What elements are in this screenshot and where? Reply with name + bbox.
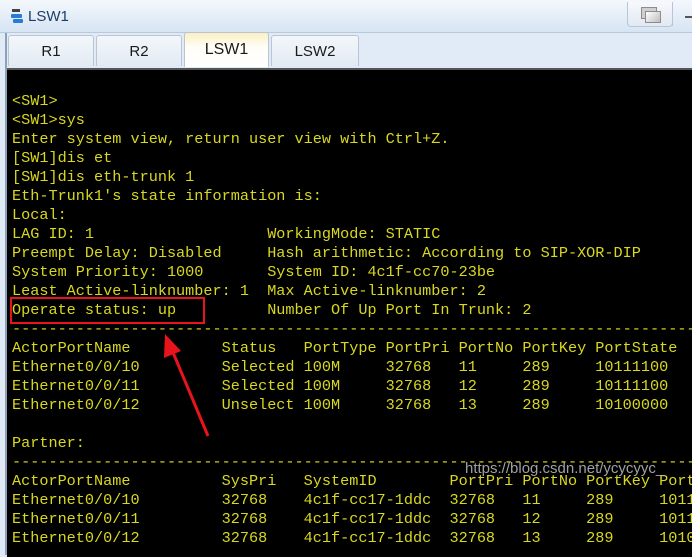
terminal-console[interactable]: <SW1> <SW1>sys Enter system view, return… xyxy=(7,68,692,557)
title-bar: LSW1 xyxy=(0,0,692,33)
restore-icon-front xyxy=(645,11,661,23)
window-title: LSW1 xyxy=(28,8,69,25)
switch-icon xyxy=(11,9,23,23)
tab-r1[interactable]: R1 xyxy=(8,35,94,66)
red-arrow-annotation xyxy=(164,334,210,437)
restore-button[interactable] xyxy=(627,2,673,27)
tab-lsw2[interactable]: LSW2 xyxy=(271,35,359,66)
tab-lsw1[interactable]: LSW1 xyxy=(184,32,269,67)
minimize-button[interactable] xyxy=(672,2,692,26)
watermark: https://blog.csdn.net/ycycyyc_ xyxy=(465,460,665,477)
tab-r2[interactable]: R2 xyxy=(96,35,182,66)
tab-bar: R1 R2 LSW1 LSW2 xyxy=(0,32,692,68)
